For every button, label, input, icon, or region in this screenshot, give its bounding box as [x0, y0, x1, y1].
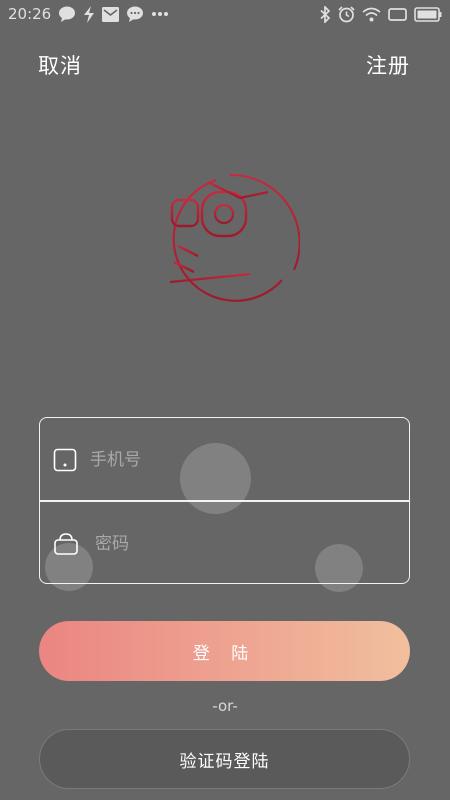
register-button[interactable]: 注册	[366, 50, 410, 80]
cancel-button[interactable]: 取消	[38, 50, 82, 80]
touch-ripple	[45, 543, 93, 591]
more-dots-icon	[151, 11, 169, 17]
phone-icon	[53, 448, 77, 472]
bluetooth-icon	[320, 5, 331, 23]
alarm-icon	[338, 5, 355, 23]
code-login-button[interactable]: 验证码登陆	[39, 729, 410, 789]
or-separator: -or-	[212, 697, 238, 715]
touch-ripple	[315, 544, 363, 592]
screen-icon	[388, 7, 407, 22]
status-right	[320, 5, 442, 23]
status-left: 20:26	[8, 5, 169, 23]
mail-icon	[102, 6, 120, 22]
lightning-icon	[83, 5, 95, 23]
touch-ripple	[180, 443, 251, 514]
login-button[interactable]: 登 陆	[39, 621, 410, 681]
app-logo	[150, 170, 301, 310]
login-screen: 20:26 取消 注册 手机号 登 陆 -or- 验证码登陆	[0, 0, 450, 800]
chat-bubble-icon	[126, 6, 144, 22]
status-time: 20:26	[8, 5, 52, 23]
status-bar: 20:26	[0, 0, 450, 28]
chat-bubble-icon	[58, 6, 76, 22]
wifi-icon	[362, 7, 381, 22]
battery-icon	[414, 6, 442, 22]
